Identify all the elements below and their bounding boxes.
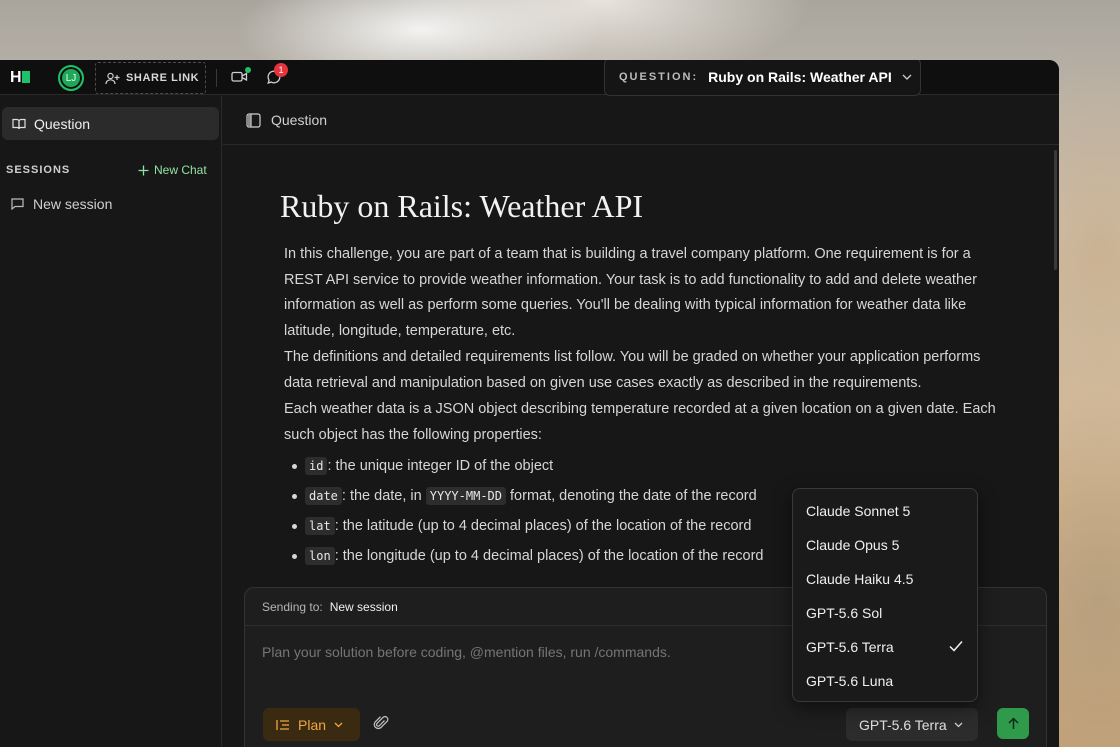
page-title: Ruby on Rails: Weather API <box>280 188 644 224</box>
model-option-label: Claude Opus 5 <box>806 537 900 553</box>
notification-badge: 1 <box>274 63 288 77</box>
message-input[interactable] <box>262 644 782 660</box>
property-description: : the unique integer ID of the object <box>327 458 554 474</box>
share-link-button[interactable]: SHARE LINK <box>95 62 206 94</box>
question-selector[interactable]: QUESTION: Ruby on Rails: Weather API <box>604 60 921 96</box>
model-dropdown-menu: Claude Sonnet 5 Claude Opus 5 Claude Hai… <box>792 488 978 702</box>
model-selector-button[interactable]: GPT-5.6 Terra <box>846 708 978 741</box>
paperclip-icon[interactable] <box>373 715 389 731</box>
content-scrollbar[interactable] <box>1054 150 1057 270</box>
share-link-label: SHARE LINK <box>126 72 200 84</box>
chevron-down-icon <box>902 74 912 80</box>
message-square-icon <box>11 198 24 210</box>
model-selector-label: GPT-5.6 Terra <box>859 716 947 733</box>
sending-to-value[interactable]: New session <box>330 600 398 614</box>
property-description: : the longitude (up to 4 decimal places)… <box>334 548 764 564</box>
main-header: Question <box>223 96 1059 145</box>
question-selector-label: QUESTION: <box>619 71 699 83</box>
model-option[interactable]: GPT-5.6 Sol <box>793 596 977 630</box>
model-option-label: GPT-5.6 Luna <box>806 673 894 689</box>
main-header-title: Question <box>271 112 328 128</box>
notification-count: 1 <box>278 65 284 75</box>
sidebar-toggle-icon[interactable] <box>246 112 261 128</box>
model-option[interactable]: Claude Haiku 4.5 <box>793 562 977 596</box>
model-option-label: GPT-5.6 Terra <box>806 639 894 655</box>
property-description: : the latitude (up to 4 decimal places) … <box>334 518 752 534</box>
list-item: id: the unique integer ID of the object <box>284 453 1009 483</box>
add-user-icon <box>105 72 120 84</box>
chevron-down-icon <box>334 722 343 727</box>
plan-mode-button[interactable]: Plan <box>263 708 360 741</box>
sidebar-item-label: Question <box>34 115 91 132</box>
paragraph: The definitions and detailed requirement… <box>284 349 981 391</box>
model-option[interactable]: Claude Sonnet 5 <box>793 494 977 528</box>
user-avatar[interactable]: LJ <box>58 65 84 91</box>
model-option[interactable]: Claude Opus 5 <box>793 528 977 562</box>
model-option[interactable]: GPT-5.6 Luna <box>793 664 977 698</box>
question-selector-value: Ruby on Rails: Weather API <box>708 69 892 85</box>
model-option-label: GPT-5.6 Sol <box>806 605 883 621</box>
video-status-dot <box>245 67 251 73</box>
logo-text: H <box>10 69 22 86</box>
sessions-heading: SESSIONS <box>6 164 71 176</box>
sidebar: Question SESSIONS New Chat New session <box>0 96 222 747</box>
property-code: lat <box>305 517 335 535</box>
checkmark-icon <box>949 641 963 652</box>
app-logo[interactable]: H <box>10 69 30 87</box>
property-description: format, denoting the date of the record <box>506 488 757 504</box>
chevron-down-icon <box>954 722 963 727</box>
sidebar-item-question[interactable]: Question <box>2 107 219 140</box>
list-plan-icon <box>276 719 289 730</box>
avatar-initials: LJ <box>65 72 77 84</box>
plan-mode-label: Plan <box>298 716 327 733</box>
property-code: date <box>305 487 342 505</box>
plus-icon <box>138 165 149 175</box>
sending-to-label: Sending to: <box>262 599 323 614</box>
property-code: lon <box>305 547 335 565</box>
open-book-icon <box>12 118 26 129</box>
top-bar: H LJ SHARE LINK 1 QUESTION: Ruby on Rail… <box>0 60 1059 96</box>
model-option-selected[interactable]: GPT-5.6 Terra <box>793 630 977 664</box>
paragraph: Each weather data is a JSON object descr… <box>284 401 996 443</box>
model-option-label: Claude Haiku 4.5 <box>806 571 914 587</box>
new-chat-button[interactable]: New Chat <box>138 163 207 177</box>
format-code: YYYY-MM-DD <box>425 487 506 505</box>
property-code: id <box>305 457 328 475</box>
property-description: : the date, in <box>341 488 426 504</box>
toolbar-divider <box>216 69 217 87</box>
new-chat-label: New Chat <box>154 163 207 177</box>
sidebar-item-session[interactable]: New session <box>11 196 112 212</box>
paragraph: In this challenge, you are part of a tea… <box>284 246 977 339</box>
arrow-up-icon <box>1007 717 1019 729</box>
logo-mark <box>21 71 30 83</box>
send-button[interactable] <box>997 708 1029 739</box>
model-option-label: Claude Sonnet 5 <box>806 503 911 519</box>
session-label: New session <box>33 196 113 212</box>
